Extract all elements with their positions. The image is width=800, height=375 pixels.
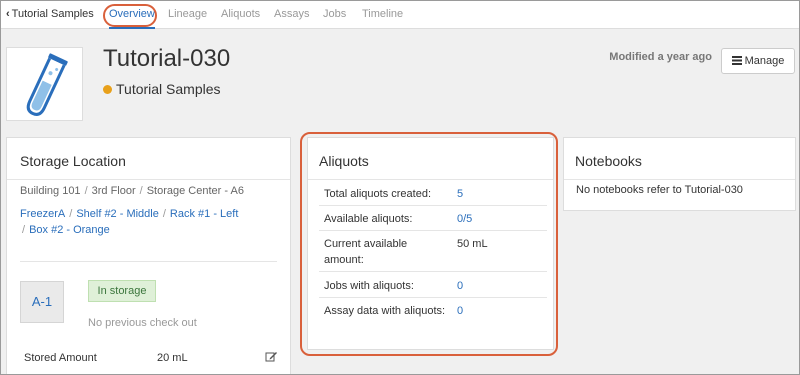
page-title: Tutorial-030 [103,45,231,72]
storage-panel-title: Storage Location [20,153,126,169]
aliquot-row-label: Assay data with aliquots: [324,305,446,317]
sample-type-label: Tutorial Samples [103,81,221,97]
sample-detail-page: ‹ Tutorial Samples Overview Lineage Aliqu… [0,0,800,375]
storage-path-links-line1: FreezerA / Shelf #2 - Middle / Rack #1 - Lef… [20,208,239,220]
menu-icon [731,56,742,65]
tab-lineage[interactable]: Lineage [168,1,207,29]
notebooks-panel-title: Notebooks [575,153,642,169]
storage-path-links-line2: / Box #2 - Orange [22,224,110,236]
storage-cell-position[interactable]: A-1 [20,281,64,323]
aliquot-row-value[interactable]: 0 [457,278,463,294]
aliquot-row-current-amount: Current available amount: 50 mL [319,231,547,272]
sample-type-name: Tutorial Samples [116,81,221,97]
path-storage-center: Storage Center - A6 [146,185,244,197]
stored-amount-value: 20 mL [157,352,188,364]
aliquot-row-label: Total aliquots created: [324,188,432,200]
tab-aliquots[interactable]: Aliquots [221,1,260,29]
path-floor: 3rd Floor [91,185,136,197]
aliquot-row-value[interactable]: 0/5 [457,211,472,227]
storage-path-plain: Building 101/3rd Floor / Storage Center - … [20,185,244,197]
edit-icon[interactable] [265,351,278,363]
manage-button-label: Manage [744,55,785,67]
back-to-tutorial-samples-link[interactable]: ‹ Tutorial Samples [6,1,94,29]
aliquots-panel: Aliquots Total aliquots created: 5 Avail… [307,137,554,350]
path-link-box[interactable]: Box #2 - Orange [29,224,110,236]
divider [20,261,277,262]
aliquot-row-jobs: Jobs with aliquots: 0 [319,272,547,298]
sample-type-icon [6,47,83,121]
aliquot-row-value[interactable]: 0 [457,303,463,319]
aliquot-row-available: Available aliquots: 0/5 [319,206,547,231]
divider [564,179,795,180]
divider [7,179,290,180]
aliquot-row-value: 50 mL [457,238,488,250]
aliquot-row-total: Total aliquots created: 5 [319,181,547,206]
aliquots-panel-title: Aliquots [319,153,369,169]
aliquot-row-assay-data: Assay data with aliquots: 0 [319,298,547,324]
divider [308,179,553,180]
notebooks-panel: Notebooks No notebooks refer to Tutorial… [563,137,796,211]
tab-overview[interactable]: Overview [109,1,155,29]
tab-timeline[interactable]: Timeline [362,1,403,29]
notebooks-empty-message: No notebooks refer to Tutorial-030 [576,184,743,196]
tab-jobs[interactable]: Jobs [323,1,346,29]
aliquot-row-value[interactable]: 5 [457,186,463,202]
status-badge: In storage [88,280,156,302]
tab-assays[interactable]: Assays [274,1,309,29]
aliquot-row-label: Available aliquots: [324,213,413,225]
back-link-label: Tutorial Samples [11,8,94,20]
storage-location-panel: Storage Location Building 101/3rd Floor /… [6,137,291,374]
path-link-rack[interactable]: Rack #1 - Left [170,208,238,220]
chevron-left-icon: ‹ [6,8,10,20]
status-dot-icon [103,85,112,94]
path-link-freezer[interactable]: FreezerA [20,208,65,220]
test-tube-icon [26,53,68,116]
stored-amount-label: Stored Amount [24,352,97,364]
checkout-status-text: No previous check out [88,317,197,329]
modified-timestamp: Modified a year ago [609,51,712,63]
path-building: Building 101 [20,185,81,197]
manage-button[interactable]: Manage [721,48,795,74]
aliquot-row-label: Jobs with aliquots: [324,280,414,292]
tab-bar: ‹ Tutorial Samples Overview Lineage Aliqu… [1,1,799,29]
path-link-shelf[interactable]: Shelf #2 - Middle [76,208,159,220]
aliquot-row-label: Current available amount: [324,238,408,266]
